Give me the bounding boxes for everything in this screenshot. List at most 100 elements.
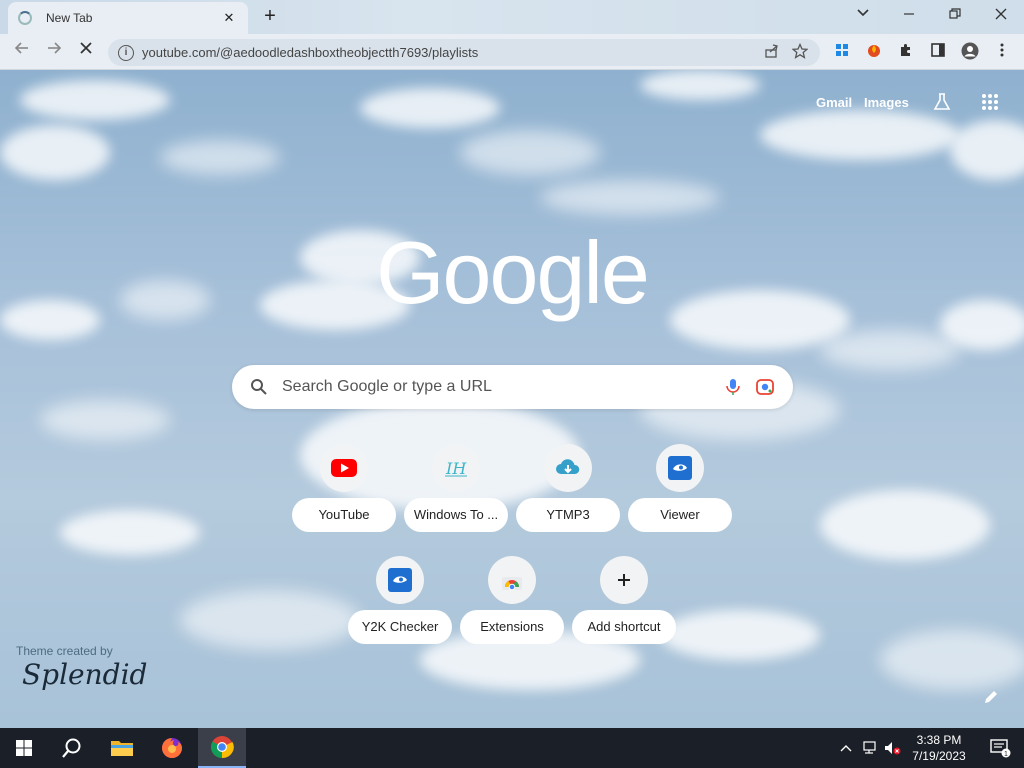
extensions-menu-button[interactable] bbox=[896, 42, 916, 62]
start-button[interactable] bbox=[0, 728, 48, 768]
youtube-icon bbox=[320, 444, 368, 492]
restore-icon bbox=[949, 8, 961, 19]
windows-taskbar: 3:38 PM 7/19/2023 1 bbox=[0, 728, 1024, 768]
network-button[interactable] bbox=[860, 728, 882, 768]
chrome-icon bbox=[211, 736, 234, 759]
site-info-icon[interactable]: i bbox=[118, 44, 134, 61]
stop-loading-button[interactable] bbox=[74, 40, 98, 64]
plus-icon bbox=[600, 556, 648, 604]
customize-chrome-button[interactable] bbox=[982, 688, 1000, 706]
shortcut-label: YTMP3 bbox=[516, 498, 620, 532]
minimize-button[interactable] bbox=[894, 4, 924, 28]
close-icon bbox=[995, 8, 1007, 20]
more-vert-icon bbox=[1000, 43, 1004, 57]
close-window-button[interactable] bbox=[986, 4, 1016, 28]
gmail-link[interactable]: Gmail bbox=[816, 95, 852, 110]
shortcut-youtube[interactable]: YouTube bbox=[292, 444, 396, 534]
google-apps-button[interactable] bbox=[982, 94, 998, 110]
windows-logo-icon bbox=[16, 740, 32, 756]
file-explorer-button[interactable] bbox=[98, 728, 146, 768]
shortcut-label: Add shortcut bbox=[572, 610, 676, 644]
shortcut-label: Windows To ... bbox=[404, 498, 508, 532]
add-shortcut-button[interactable]: Add shortcut bbox=[572, 556, 676, 646]
chevron-up-icon bbox=[840, 745, 852, 752]
shortcut-label: Y2K Checker bbox=[348, 610, 452, 644]
clock-date: 7/19/2023 bbox=[912, 749, 966, 763]
shortcut-label: YouTube bbox=[292, 498, 396, 532]
google-lens-icon[interactable] bbox=[755, 377, 775, 397]
title-bar: New Tab ✕ + bbox=[0, 0, 1024, 34]
extension-button[interactable] bbox=[832, 42, 852, 62]
pencil-icon bbox=[985, 691, 997, 703]
side-panel-icon bbox=[931, 43, 945, 57]
shortcut-label: Extensions bbox=[460, 610, 564, 644]
bookmark-button[interactable] bbox=[790, 42, 810, 63]
shortcut-y2k-checker[interactable]: Y2K Checker bbox=[348, 556, 452, 646]
labs-button[interactable] bbox=[932, 92, 952, 112]
new-tab-button[interactable]: + bbox=[258, 6, 282, 28]
arrow-left-icon bbox=[14, 42, 28, 54]
restore-button[interactable] bbox=[940, 4, 970, 28]
search-button[interactable] bbox=[48, 728, 96, 768]
share-button[interactable] bbox=[762, 43, 782, 63]
browser-toolbar: i youtube.com/@aedoodledashboxtheobjectt… bbox=[0, 34, 1024, 70]
clock-time: 3:38 PM bbox=[916, 733, 962, 747]
show-hidden-icons-button[interactable] bbox=[836, 728, 856, 768]
search-box[interactable]: Search Google or type a URL bbox=[232, 365, 793, 409]
fire-extension-icon bbox=[868, 45, 880, 57]
firefox-icon bbox=[162, 738, 182, 758]
tab-search-button[interactable] bbox=[848, 4, 878, 28]
back-button[interactable] bbox=[10, 40, 34, 64]
ih-icon: IH bbox=[432, 444, 480, 492]
volume-button[interactable] bbox=[882, 728, 904, 768]
chrome-web-store-icon bbox=[488, 556, 536, 604]
avatar-icon bbox=[961, 42, 979, 60]
notification-icon: 1 bbox=[990, 739, 1011, 758]
extension-button[interactable] bbox=[864, 42, 884, 62]
shortcut-viewer[interactable]: Viewer bbox=[628, 444, 732, 534]
theme-author-link[interactable]: Splendid bbox=[22, 658, 147, 691]
shortcut-label: Viewer bbox=[628, 498, 732, 532]
address-bar[interactable]: i youtube.com/@aedoodledashboxtheobjectt… bbox=[108, 39, 820, 66]
windows-extension-icon bbox=[836, 44, 848, 56]
microphone-icon[interactable] bbox=[723, 377, 743, 397]
menu-button[interactable] bbox=[992, 42, 1012, 62]
tab-title: New Tab bbox=[46, 11, 93, 25]
search-input[interactable]: Search Google or type a URL bbox=[282, 378, 711, 396]
tab-new-tab[interactable]: New Tab ✕ bbox=[8, 2, 248, 34]
images-link[interactable]: Images bbox=[864, 95, 909, 110]
minimize-icon bbox=[904, 13, 914, 15]
google-logo: Google bbox=[376, 223, 650, 322]
action-center-button[interactable]: 1 bbox=[976, 728, 1024, 768]
shortcut-windows-to[interactable]: IH Windows To ... bbox=[404, 444, 508, 534]
notification-count: 1 bbox=[1004, 751, 1008, 758]
tab-close-button[interactable]: ✕ bbox=[220, 10, 238, 26]
shortcut-ytmp3[interactable]: YTMP3 bbox=[516, 444, 620, 534]
theme-credit-label: Theme created by bbox=[16, 644, 113, 658]
cloud-download-icon bbox=[544, 444, 592, 492]
flask-icon bbox=[933, 93, 951, 110]
firefox-button[interactable] bbox=[148, 728, 196, 768]
arrow-right-icon bbox=[48, 42, 62, 54]
viewer-icon bbox=[656, 444, 704, 492]
url-text[interactable]: youtube.com/@aedoodledashboxtheobjectth7… bbox=[142, 45, 754, 60]
close-icon bbox=[80, 42, 92, 54]
viewer-icon bbox=[376, 556, 424, 604]
volume-muted-icon bbox=[885, 742, 901, 755]
forward-button[interactable] bbox=[42, 40, 66, 64]
search-icon bbox=[62, 738, 81, 758]
search-icon bbox=[251, 379, 267, 395]
clock[interactable]: 3:38 PM 7/19/2023 bbox=[906, 732, 972, 764]
network-icon bbox=[863, 741, 876, 754]
puzzle-icon bbox=[901, 44, 910, 56]
shortcut-extensions[interactable]: Extensions bbox=[460, 556, 564, 646]
star-icon bbox=[791, 42, 809, 59]
profile-button[interactable] bbox=[960, 42, 980, 62]
svg-text:IH: IH bbox=[445, 459, 467, 478]
chevron-down-icon bbox=[857, 9, 869, 17]
side-panel-button[interactable] bbox=[928, 42, 948, 62]
share-icon bbox=[765, 43, 778, 58]
loading-spinner-icon bbox=[18, 11, 32, 25]
chrome-button[interactable] bbox=[198, 728, 246, 768]
folder-icon bbox=[111, 741, 133, 756]
